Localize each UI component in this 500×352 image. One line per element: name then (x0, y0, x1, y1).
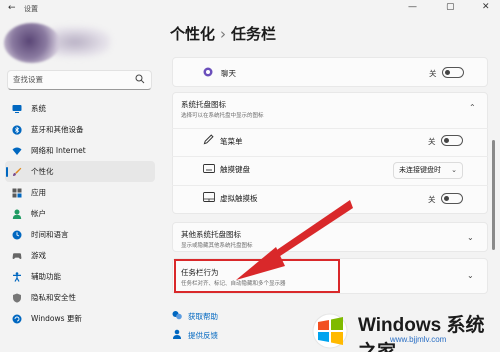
sidebar-item-privacy[interactable]: 隐私和安全性 (5, 287, 155, 308)
sidebar-item-label: 时间和语言 (31, 230, 69, 239)
touch-keyboard-dropdown-value: 未连接键盘时 (399, 166, 441, 174)
gamepad-icon (12, 252, 22, 259)
sidebar-item-accessibility[interactable]: 辅助功能 (5, 266, 155, 287)
system-tray-icons-header[interactable]: 系统托盘图标 选择可以在系统托盘中显示的图标 ⌃ (173, 93, 489, 123)
chat-label: 聊天 (221, 69, 236, 78)
sidebar-item-system[interactable]: 系统 (5, 98, 155, 119)
sidebar-item-time-language[interactable]: 时间和语言 (5, 224, 155, 245)
feedback-icon (173, 329, 181, 339)
watermark-site: www.bjjmlv.com (390, 335, 447, 344)
close-button[interactable]: ✕ (482, 2, 490, 12)
sidebar-item-gaming[interactable]: 游戏 (5, 245, 155, 266)
chevron-down-icon: ⌄ (451, 166, 457, 174)
sidebar-item-windows-update[interactable]: Windows 更新 (5, 308, 155, 329)
watermark-title: Windows 系统之家 (358, 315, 485, 352)
other-system-tray-icons-section[interactable]: 其他系统托盘图标 显示或隐藏其他系统托盘图标 ⌄ (172, 222, 488, 252)
bluetooth-icon (12, 124, 22, 135)
keyboard-icon (203, 164, 215, 173)
search-input[interactable]: 查找设置 (7, 70, 152, 90)
give-feedback-link[interactable]: 提供反馈 (188, 330, 218, 341)
search-placeholder: 查找设置 (13, 75, 43, 84)
app-title: 设置 (24, 5, 38, 13)
pen-icon (203, 134, 214, 145)
pen-menu-toggle[interactable] (441, 135, 463, 146)
virtual-touchpad-toggle-state: 关 (428, 195, 436, 204)
chevron-down-icon: ⌄ (467, 271, 474, 280)
chat-row[interactable]: 聊天 关 (172, 57, 488, 87)
minimize-button[interactable]: — (408, 2, 417, 12)
pen-menu-toggle-state: 关 (428, 137, 436, 146)
system-tray-icons-subtitle: 选择可以在系统托盘中显示的图标 (181, 113, 264, 119)
chat-toggle-state: 关 (429, 69, 437, 78)
sidebar-item-accounts[interactable]: 帐户 (5, 203, 155, 224)
highlight-annotation (174, 259, 340, 293)
get-help-link[interactable]: 获取帮助 (188, 311, 218, 322)
sidebar-item-bluetooth[interactable]: 蓝牙和其他设备 (5, 119, 155, 140)
scrollbar[interactable] (492, 140, 495, 250)
watermark: Windows 系统之家 www.bjjmlv.com (300, 304, 500, 352)
accessibility-icon (13, 271, 21, 282)
sidebar-item-label: 游戏 (31, 251, 46, 260)
page-title: 任务栏 (231, 25, 277, 43)
sidebar-item-label: 网络和 Internet (31, 146, 86, 155)
sidebar-item-label: 辅助功能 (31, 272, 61, 281)
system-tray-icons-title: 系统托盘图标 (181, 100, 226, 109)
chevron-down-icon: ⌄ (467, 233, 474, 242)
breadcrumb-parent[interactable]: 个性化 (170, 25, 215, 43)
chat-icon (203, 67, 213, 77)
sidebar-item-label: 隐私和安全性 (31, 293, 76, 302)
windows-logo-icon (312, 313, 348, 349)
virtual-touchpad-toggle[interactable] (441, 193, 463, 204)
help-icon (172, 311, 182, 320)
touchpad-icon (203, 192, 215, 202)
sidebar-item-label: 蓝牙和其他设备 (31, 125, 84, 134)
update-icon (12, 314, 22, 323)
divider (172, 185, 488, 186)
other-system-tray-icons-title: 其他系统托盘图标 (181, 230, 241, 239)
sidebar-item-apps[interactable]: 应用 (5, 182, 155, 203)
title-bar: ← 设置 — ▢ ✕ (0, 0, 500, 17)
sidebar-item-label: 系统 (31, 104, 46, 113)
chevron-up-icon: ⌃ (469, 103, 476, 112)
apps-icon (12, 188, 22, 197)
sidebar-item-label: 个性化 (31, 167, 54, 176)
sidebar-item-personalization[interactable]: 个性化 (5, 161, 155, 182)
sidebar-item-label: Windows 更新 (31, 314, 82, 323)
breadcrumb: 个性化 › 任务栏 (170, 23, 276, 44)
maximize-button[interactable]: ▢ (446, 2, 455, 12)
monitor-icon (12, 104, 22, 113)
back-button[interactable]: ← (8, 3, 16, 13)
wifi-icon (12, 147, 22, 155)
touch-keyboard-dropdown[interactable]: 未连接键盘时 ⌄ (393, 162, 463, 179)
touch-keyboard-label: 触摸键盘 (220, 165, 250, 174)
chat-toggle[interactable] (442, 67, 464, 78)
sidebar-nav: 系统 蓝牙和其他设备 网络和 Internet 个性化 应用 帐户 时间和语言 (0, 98, 160, 329)
breadcrumb-separator: › (220, 25, 227, 43)
shield-icon (13, 293, 21, 303)
pen-menu-label: 笔菜单 (220, 137, 243, 146)
brush-icon (13, 167, 22, 176)
sidebar-item-label: 应用 (31, 188, 46, 197)
virtual-touchpad-label: 虚拟触摸板 (220, 194, 258, 203)
search-icon (135, 74, 145, 84)
other-system-tray-icons-subtitle: 显示或隐藏其他系统托盘图标 (181, 243, 253, 249)
sidebar-item-network[interactable]: 网络和 Internet (5, 140, 155, 161)
divider (172, 128, 488, 129)
person-icon (12, 209, 22, 219)
divider (172, 156, 488, 157)
sidebar: 查找设置 系统 蓝牙和其他设备 网络和 Internet 个性化 应用 帐户 时… (0, 17, 160, 352)
globe-clock-icon (12, 230, 22, 239)
sidebar-item-label: 帐户 (31, 209, 46, 218)
avatar[interactable] (4, 23, 60, 63)
